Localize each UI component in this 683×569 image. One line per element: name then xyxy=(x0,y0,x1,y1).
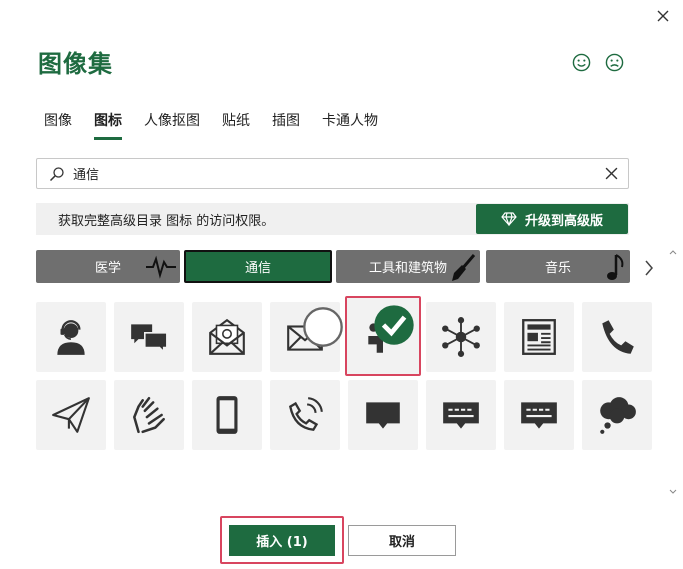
category-communication[interactable]: 通信 xyxy=(184,250,332,283)
icon-tile[interactable] xyxy=(114,302,184,372)
search-icon xyxy=(49,166,64,181)
search-input[interactable]: 通信 xyxy=(73,164,605,183)
smiley-icon xyxy=(572,53,590,71)
message-bubble-icon xyxy=(521,402,557,429)
upgrade-button[interactable]: 升级到高级版 xyxy=(476,204,628,234)
category-medical[interactable]: 医学 xyxy=(36,250,180,283)
mobile-phone-icon xyxy=(216,396,238,434)
dialog-title: 图像集 xyxy=(38,50,113,78)
typing-bubble-icon xyxy=(443,402,479,429)
icon-tile[interactable] xyxy=(582,380,652,450)
phone-ringing-icon xyxy=(289,397,323,431)
feedback-positive-button[interactable] xyxy=(571,52,591,72)
paper-plane-icon xyxy=(52,397,90,433)
thought-cloud-icon xyxy=(600,397,636,434)
category-label: 音乐 xyxy=(544,261,571,276)
icon-tile[interactable] xyxy=(426,302,496,372)
tab-cartoon-people[interactable]: 卡通人物 xyxy=(322,110,378,138)
premium-banner-text: 获取完整高级目录 图标 的访问权限。 xyxy=(58,213,275,229)
newspaper-icon xyxy=(522,319,556,355)
tab-bar: 图像 图标 人像抠图 贴纸 插图 卡通人物 xyxy=(44,110,400,140)
icon-tile[interactable] xyxy=(192,380,262,450)
category-music[interactable]: 音乐 xyxy=(486,250,630,283)
tab-illustrations[interactable]: 插图 xyxy=(272,110,300,138)
music-note-icon xyxy=(607,254,624,280)
insert-button[interactable]: 插入 (1) xyxy=(229,525,335,556)
sign-language-icon xyxy=(132,396,165,434)
dialog-footer: 插入 (1) 取消 xyxy=(0,516,683,569)
email-at-icon xyxy=(209,318,245,355)
category-label: 通信 xyxy=(244,261,271,276)
premium-banner: 获取完整高级目录 图标 的访问权限。 升级到高级版 xyxy=(36,203,629,235)
icon-tile[interactable] xyxy=(582,302,652,372)
select-checkbox-icon[interactable] xyxy=(302,306,344,348)
image-collection-dialog: 图像集 图像 图标 人像抠图 贴纸 插图 卡通人物 通信 获取完整高级目录 图标… xyxy=(0,0,683,569)
icon-tile[interactable] xyxy=(114,380,184,450)
tab-images[interactable]: 图像 xyxy=(44,110,72,138)
close-icon xyxy=(657,10,669,22)
icon-tile[interactable] xyxy=(270,302,343,372)
clear-icon[interactable] xyxy=(605,167,618,180)
category-label: 医学 xyxy=(94,261,121,276)
icon-tile[interactable] xyxy=(36,302,106,372)
icon-tile[interactable] xyxy=(192,302,262,372)
category-tools-buildings[interactable]: 工具和建筑物 xyxy=(336,250,480,283)
frown-icon xyxy=(605,53,623,71)
brush-icon xyxy=(452,254,476,281)
scrollbar[interactable] xyxy=(669,250,677,510)
chat-bubbles-icon xyxy=(131,324,168,354)
speech-bubble-icon xyxy=(366,402,400,429)
icon-tile[interactable] xyxy=(426,380,496,450)
icon-tile[interactable] xyxy=(504,302,574,372)
headset-person-icon xyxy=(57,320,85,355)
feedback-negative-button[interactable] xyxy=(604,52,624,72)
chevron-right-icon[interactable] xyxy=(642,258,656,278)
network-hub-icon xyxy=(442,317,480,357)
tab-stickers[interactable]: 贴纸 xyxy=(222,110,250,138)
search-box: 通信 xyxy=(36,158,629,189)
phone-handset-icon xyxy=(602,320,634,354)
icon-tile-selected[interactable] xyxy=(345,296,421,376)
icon-tile[interactable] xyxy=(36,380,106,450)
icon-tile[interactable] xyxy=(270,380,340,450)
close-button[interactable] xyxy=(653,6,673,26)
category-strip: 医学 通信 工具和建筑物 音乐 xyxy=(36,250,646,284)
upgrade-button-label: 升级到高级版 xyxy=(524,213,603,229)
heartbeat-icon xyxy=(146,255,176,279)
checkmark-badge-icon xyxy=(374,305,414,345)
diamond-icon xyxy=(501,212,517,226)
cancel-button[interactable]: 取消 xyxy=(348,525,456,556)
tab-icons[interactable]: 图标 xyxy=(94,110,122,140)
icon-tile[interactable] xyxy=(504,380,574,450)
tab-cutout-people[interactable]: 人像抠图 xyxy=(144,110,200,138)
icon-tile[interactable] xyxy=(348,380,418,450)
category-label: 工具和建筑物 xyxy=(368,261,447,276)
